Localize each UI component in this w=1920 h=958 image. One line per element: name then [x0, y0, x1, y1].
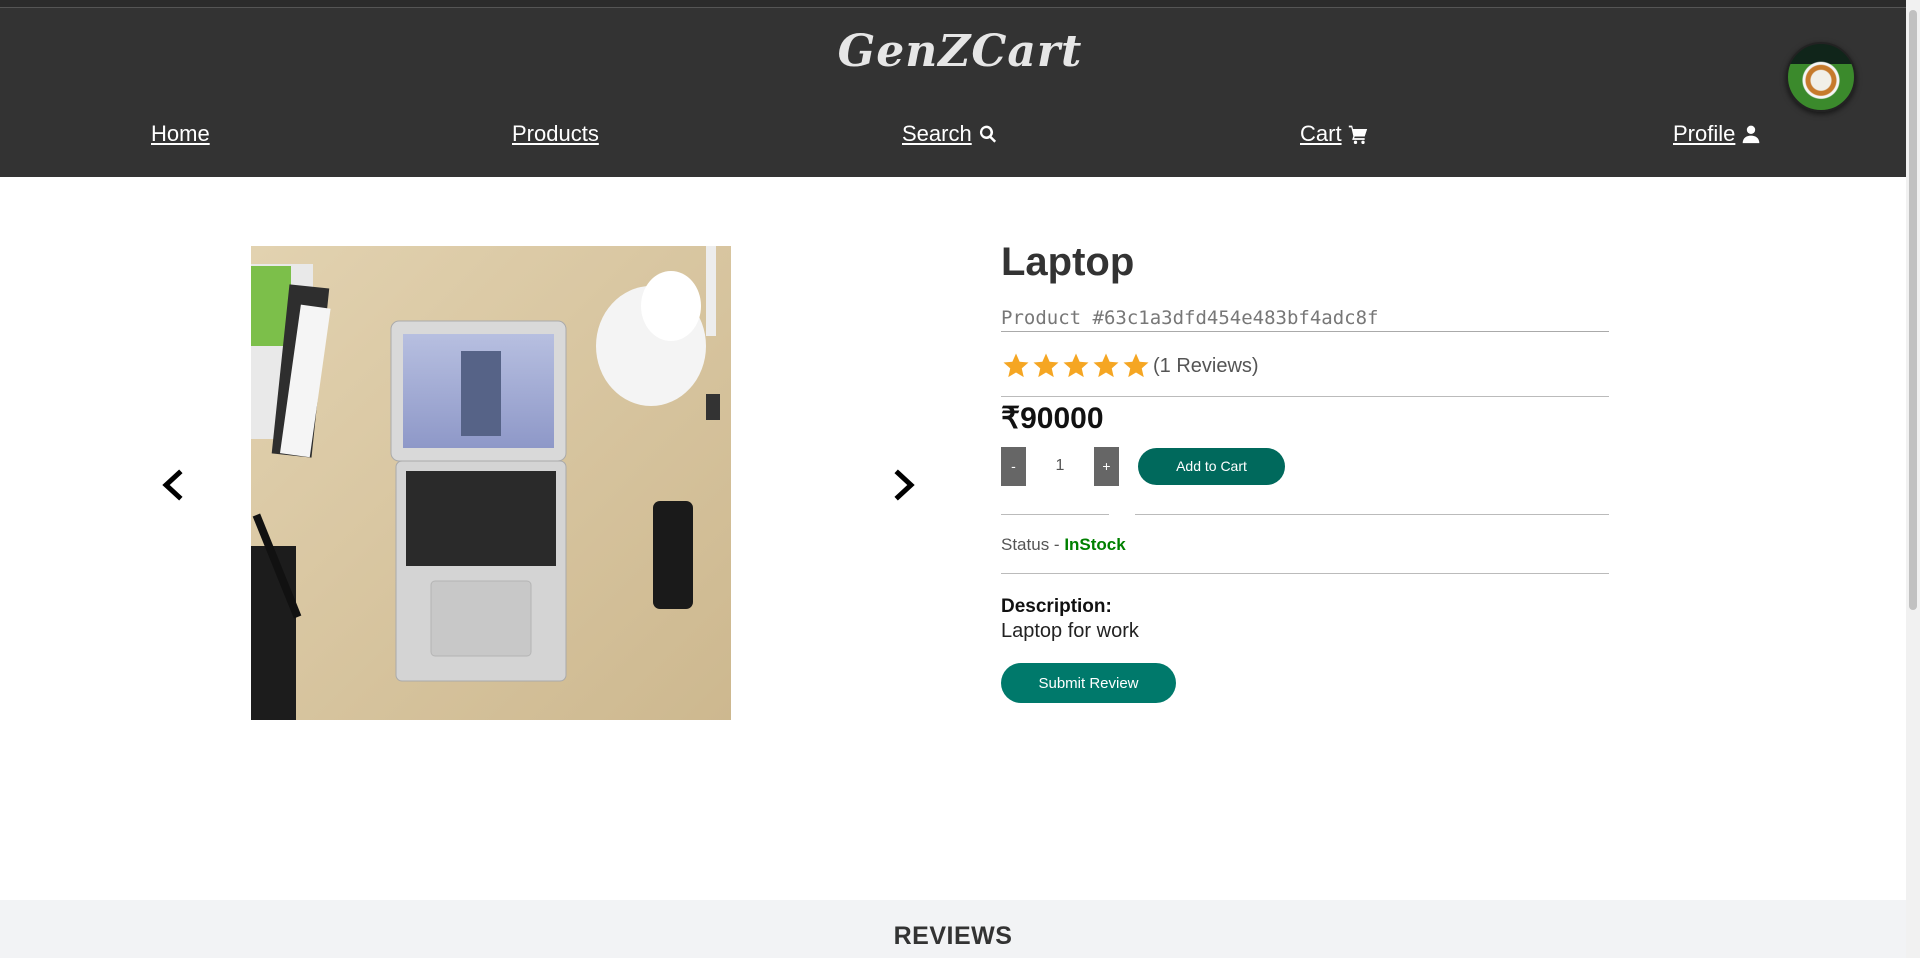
nav-profile-label: Profile [1673, 121, 1736, 146]
nav-search-label: Search [902, 121, 972, 146]
nav-profile-link[interactable]: Profile [1673, 121, 1761, 147]
prev-image-button[interactable] [153, 465, 193, 505]
product-title: Laptop [1001, 240, 1135, 284]
description-label: Description: [1001, 596, 1112, 617]
reviews-heading: REVIEWS [893, 922, 1013, 950]
add-to-cart-button[interactable]: Add to Cart [1138, 447, 1285, 485]
product-id: Product #63c1a3dfd454e483bf4adc8f [1001, 307, 1609, 332]
user-avatar[interactable] [1786, 42, 1856, 112]
review-count[interactable]: (1 Reviews) [1153, 355, 1259, 378]
nav-cart-label: Cart [1300, 121, 1342, 146]
decrement-quantity-button[interactable]: - [1001, 446, 1026, 486]
next-image-button[interactable] [884, 465, 924, 505]
nav-home-link[interactable]: Home [151, 121, 210, 147]
nav-search-link[interactable]: Search [902, 121, 998, 147]
brand-logo[interactable]: GenZCart [0, 26, 1920, 77]
page-scrollbar[interactable] [1906, 0, 1920, 958]
site-header: GenZCart [0, 8, 1920, 101]
stock-status: Status - InStock [1001, 535, 1609, 574]
star-icon [1033, 353, 1059, 378]
chevron-left-icon [162, 469, 183, 501]
divider [1001, 514, 1609, 515]
product-details: Laptop Product #63c1a3dfd454e483bf4adc8f… [1001, 240, 1609, 703]
nav-home-label: Home [151, 121, 210, 146]
browser-top-edge [0, 0, 1920, 8]
user-icon [1743, 125, 1760, 144]
increment-quantity-button[interactable]: + [1094, 446, 1119, 486]
main-nav: Home Products Search Cart Profile [0, 101, 1920, 177]
product-rating: (1 Reviews) [1001, 350, 1609, 382]
divider [1001, 396, 1609, 397]
submit-review-button[interactable]: Submit Review [1001, 663, 1176, 703]
star-icon [1093, 353, 1119, 378]
cart-icon [1348, 125, 1367, 144]
product-image [251, 246, 731, 720]
star-icon [1123, 353, 1149, 378]
nav-products-link[interactable]: Products [512, 121, 599, 147]
quantity-input[interactable] [1026, 446, 1094, 486]
status-label: Status - [1001, 535, 1065, 554]
star-icon [1063, 353, 1089, 378]
chevron-right-icon [894, 469, 915, 501]
nav-products-label: Products [512, 121, 599, 146]
product-price: ₹90000 [1001, 402, 1104, 435]
search-icon [979, 125, 996, 143]
nav-cart-link[interactable]: Cart [1300, 121, 1368, 147]
scrollbar-thumb[interactable] [1909, 10, 1917, 610]
status-value: InStock [1064, 535, 1126, 554]
reviews-section: REVIEWS [0, 900, 1906, 958]
description-text: Laptop for work [1001, 620, 1139, 642]
add-to-cart-row: - + Add to Cart [1001, 446, 1609, 486]
star-icon [1003, 353, 1029, 378]
